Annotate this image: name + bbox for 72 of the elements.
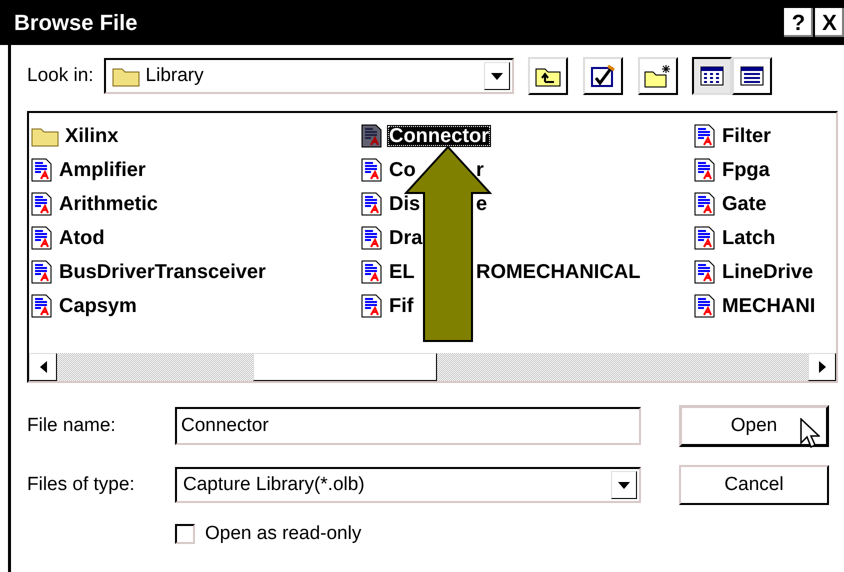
- file-type-label: Files of type:: [27, 474, 136, 496]
- look-in-value: Library: [146, 65, 205, 87]
- dropdown-button[interactable]: [484, 62, 510, 90]
- file-name-label: File name:: [27, 415, 117, 437]
- file-item[interactable]: Latch: [720, 227, 778, 249]
- file-item[interactable]: Filter: [720, 125, 773, 147]
- document-icon: [361, 124, 383, 148]
- document-icon: [694, 192, 716, 216]
- details-view-icon: [740, 66, 764, 86]
- look-in-dropdown[interactable]: Library: [104, 58, 514, 94]
- look-in-label: Look in:: [27, 65, 94, 87]
- left-triangle-icon: [40, 361, 46, 373]
- file-item[interactable]: LineDrive: [720, 261, 816, 283]
- open-button[interactable]: Open: [679, 405, 829, 447]
- desktop-button[interactable]: [582, 57, 623, 95]
- file-item[interactable]: Fpga: [720, 159, 772, 181]
- close-button[interactable]: X: [815, 8, 844, 37]
- file-item[interactable]: EL: [387, 261, 417, 283]
- pencil-card-icon: [590, 64, 616, 88]
- file-item[interactable]: Gate: [720, 193, 768, 215]
- read-only-checkbox[interactable]: [175, 524, 195, 544]
- scroll-right-button[interactable]: [808, 353, 836, 381]
- dropdown-button[interactable]: [611, 471, 637, 499]
- file-item[interactable]: Xilinx: [63, 125, 120, 147]
- file-item[interactable]: Dra: [387, 227, 424, 249]
- document-icon: [31, 158, 53, 182]
- document-icon: [361, 192, 383, 216]
- document-icon: [31, 192, 53, 216]
- file-item[interactable]: Amplifier: [57, 159, 148, 181]
- read-only-label: Open as read-only: [205, 523, 362, 545]
- file-item[interactable]: Arithmetic: [57, 193, 160, 215]
- file-item[interactable]: Co: [387, 159, 418, 181]
- file-item-fragment: e: [476, 194, 488, 214]
- document-icon: [694, 158, 716, 182]
- file-item[interactable]: BusDriverTransceiver: [57, 261, 268, 283]
- document-icon: [31, 260, 53, 284]
- file-name-field[interactable]: Connector: [175, 407, 641, 445]
- file-item[interactable]: Dis: [387, 193, 422, 215]
- document-icon: [694, 226, 716, 250]
- document-icon: [31, 226, 53, 250]
- document-icon: [694, 260, 716, 284]
- document-icon: [31, 294, 53, 318]
- up-folder-button[interactable]: [528, 57, 568, 95]
- document-icon: [361, 158, 383, 182]
- list-view-icon: [700, 66, 724, 86]
- file-item[interactable]: Atod: [57, 227, 107, 249]
- file-item[interactable]: Connector: [387, 125, 491, 147]
- new-folder-button[interactable]: [638, 57, 678, 95]
- caret-icon: [490, 72, 503, 80]
- view-button[interactable]: [692, 57, 732, 95]
- scroll-thumb[interactable]: [253, 353, 437, 381]
- document-icon: [361, 294, 383, 318]
- mouse-pointer-icon: [800, 418, 820, 450]
- file-item-fragment: ROMECHANICAL: [476, 262, 640, 282]
- document-icon: [694, 294, 716, 318]
- document-icon: [694, 124, 716, 148]
- right-triangle-icon: [818, 361, 826, 373]
- new-folder-icon: [644, 64, 672, 88]
- scroll-left-button[interactable]: [29, 353, 57, 381]
- caret-icon: [618, 482, 630, 488]
- document-icon: [361, 226, 383, 250]
- file-item[interactable]: MECHANI: [720, 295, 818, 317]
- cancel-button[interactable]: Cancel: [679, 465, 829, 505]
- file-item[interactable]: Capsym: [57, 295, 139, 317]
- window-title: Browse File: [14, 10, 138, 36]
- horizontal-scrollbar[interactable]: [29, 353, 836, 381]
- file-type-value: Capture Library(*.olb): [183, 474, 366, 496]
- file-item[interactable]: Fif: [387, 295, 416, 317]
- file-type-dropdown[interactable]: Capture Library(*.olb): [175, 467, 641, 503]
- file-item-fragment: r: [476, 160, 484, 180]
- document-icon: [361, 260, 383, 284]
- help-button[interactable]: ?: [784, 8, 813, 37]
